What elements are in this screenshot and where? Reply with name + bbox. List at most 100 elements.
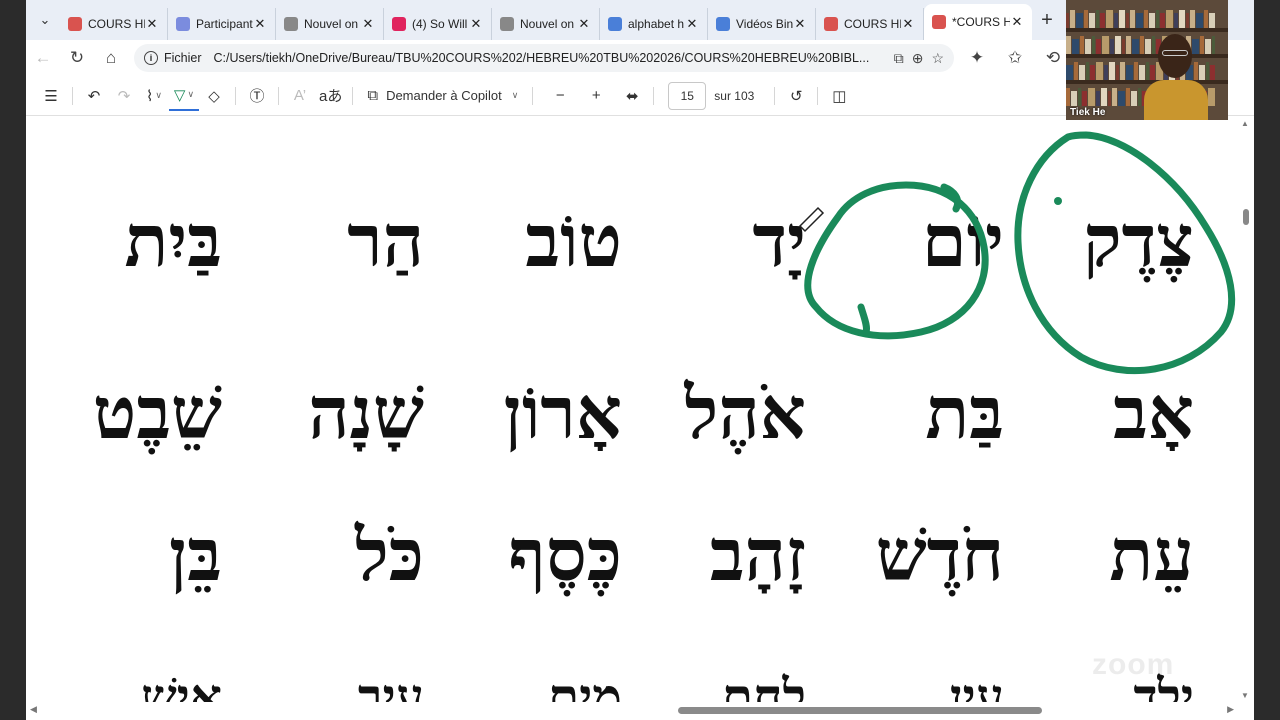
- hebrew-word: בַּיִת: [124, 198, 223, 283]
- zoom-magnifier-icon[interactable]: ⊕: [912, 50, 924, 67]
- zoom-icon: [176, 17, 190, 31]
- close-icon[interactable]: ✕: [577, 16, 591, 32]
- tab-0[interactable]: COURS HE✕: [60, 8, 168, 40]
- toolbar-divider: [817, 86, 819, 105]
- horizontal-scroll-thumb[interactable]: [678, 707, 1042, 714]
- hebrew-word: אָרוֹן: [503, 370, 622, 455]
- chevron-down-icon: ∨: [187, 89, 195, 99]
- vertical-scroll-thumb[interactable]: [1243, 209, 1249, 225]
- tab-8[interactable]: *COURS HE✕: [924, 4, 1032, 40]
- book: [1132, 39, 1139, 54]
- participant-name: Tiek He: [1070, 107, 1106, 118]
- redo-icon: ↷: [117, 87, 131, 105]
- close-icon[interactable]: ✕: [1010, 14, 1024, 30]
- redo-button[interactable]: ↷: [109, 81, 139, 111]
- extensions-button[interactable]: ✦: [960, 43, 994, 73]
- book: [1096, 62, 1103, 80]
- undo-button[interactable]: ↶: [79, 81, 109, 111]
- zoom-in-button[interactable]: +: [581, 81, 611, 111]
- hebrew-word: אִישׁ: [141, 667, 222, 703]
- tab-actions-menu[interactable]: ⌄: [30, 5, 60, 35]
- ask-copilot-button[interactable]: ⧉ Demander à Copilot ∨: [359, 87, 526, 104]
- read-aloud-button[interactable]: A’: [285, 81, 315, 111]
- book: [1156, 10, 1159, 28]
- book: [1082, 91, 1087, 106]
- book: [1120, 62, 1125, 80]
- highlight-button[interactable]: ⌇ ∨: [139, 81, 169, 111]
- info-icon[interactable]: i: [144, 51, 158, 65]
- book: [1110, 39, 1114, 54]
- search-icon: [608, 17, 622, 31]
- arrow-left-icon: ←: [34, 48, 52, 67]
- contents-button[interactable]: ☰: [36, 81, 66, 111]
- tab-1[interactable]: Participant ✕: [168, 8, 276, 40]
- book: [1101, 88, 1107, 106]
- favorite-star-icon[interactable]: ☆: [931, 50, 944, 67]
- favorites-list-icon: ✩: [1007, 48, 1023, 67]
- rotate-button[interactable]: ↺: [781, 81, 811, 111]
- draw-button[interactable]: ▽ ∨: [169, 81, 199, 111]
- tab-3[interactable]: (4) So Will ✕: [384, 8, 492, 40]
- close-icon[interactable]: ✕: [361, 16, 375, 32]
- history-button[interactable]: ⟲: [1036, 43, 1070, 73]
- zoom-out-button[interactable]: −: [545, 81, 575, 111]
- book: [1205, 39, 1211, 54]
- address-field[interactable]: i Fichier C:/Users/tiekh/OneDrive/Bureau…: [134, 44, 954, 72]
- new-tab-button[interactable]: +: [1032, 9, 1062, 32]
- webcam-thumbnail[interactable]: Tiek He: [1066, 0, 1228, 120]
- close-icon[interactable]: ✕: [793, 16, 807, 32]
- book: [1174, 13, 1178, 28]
- page-number-input[interactable]: 15: [668, 81, 707, 110]
- scroll-down-icon[interactable]: ▼: [1241, 691, 1249, 700]
- page-view-button[interactable]: ◫: [824, 81, 854, 111]
- toolbar-divider: [278, 86, 279, 105]
- book: [1209, 13, 1215, 28]
- book: [1078, 88, 1081, 106]
- home-button[interactable]: ⌂: [94, 43, 128, 73]
- copilot-vision-icon[interactable]: ⧉: [894, 50, 904, 67]
- close-icon[interactable]: ✕: [253, 16, 267, 32]
- scroll-right-icon[interactable]: ▶: [1227, 704, 1234, 715]
- back-button[interactable]: ←: [26, 43, 60, 73]
- add-text-button[interactable]: Ⓣ: [242, 81, 272, 111]
- page-icon: [500, 17, 514, 31]
- toolbar-divider: [72, 86, 73, 105]
- url-text[interactable]: C:/Users/tiekh/OneDrive/Bureau/TBU%20COU…: [214, 51, 884, 65]
- tab-6[interactable]: Vidéos Bin ✕: [708, 8, 816, 40]
- refresh-button[interactable]: ↻: [60, 43, 94, 73]
- tab-7[interactable]: COURS HE✕: [816, 8, 924, 40]
- vertical-scrollbar[interactable]: ▲ ▼: [1238, 117, 1254, 702]
- scroll-left-icon[interactable]: ◀: [30, 704, 37, 715]
- tab-label: Vidéos Bin: [736, 17, 793, 31]
- fit-page-button[interactable]: ⬌: [617, 81, 647, 111]
- book: [1080, 36, 1084, 54]
- hebrew-word: שֵׁבֶט: [92, 370, 222, 455]
- close-icon[interactable]: ✕: [145, 16, 159, 32]
- chevron-down-icon: ∨: [155, 90, 162, 100]
- scroll-up-icon[interactable]: ▲: [1241, 119, 1249, 128]
- pdf-icon: [68, 17, 82, 31]
- hebrew-word: עַיִן: [949, 667, 1004, 703]
- hebrew-word: כֹּל: [355, 512, 424, 597]
- close-icon[interactable]: ✕: [685, 16, 699, 32]
- hebrew-word: שָׁנָה: [308, 370, 424, 455]
- book: [1131, 91, 1137, 106]
- horizontal-scrollbar[interactable]: ◀ ▶: [26, 702, 1238, 718]
- ink-dot: [1054, 197, 1062, 205]
- eraser-icon: ◇: [208, 87, 220, 105]
- erase-button[interactable]: ◇: [199, 81, 229, 111]
- hebrew-word: מַיִם: [548, 667, 622, 703]
- hebrew-word: עִיר: [358, 667, 424, 703]
- close-icon[interactable]: ✕: [469, 16, 483, 32]
- book: [1196, 13, 1203, 28]
- favorites-button[interactable]: ✩: [998, 43, 1032, 73]
- tab-4[interactable]: Nouvel on ✕: [492, 8, 600, 40]
- hebrew-word: חֹדֶשׁ: [875, 512, 1004, 597]
- close-icon[interactable]: ✕: [901, 16, 915, 32]
- book: [1119, 10, 1125, 28]
- tab-2[interactable]: Nouvel on ✕: [276, 8, 384, 40]
- hebrew-word: אָב: [1113, 370, 1194, 455]
- translate-button[interactable]: aあ: [315, 81, 346, 111]
- book: [1126, 36, 1131, 54]
- tab-5[interactable]: alphabet h ✕: [600, 8, 708, 40]
